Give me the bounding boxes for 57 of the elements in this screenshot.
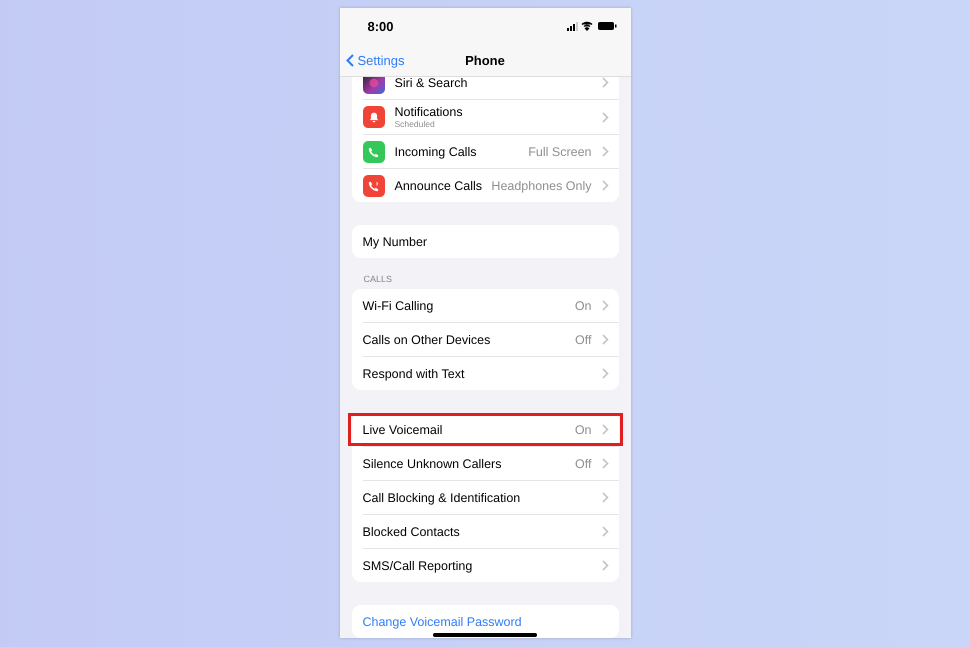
clock-time: 8:00 (368, 18, 394, 34)
setting-label: Siri & Search (394, 77, 468, 90)
setting-label: Notifications (394, 105, 463, 119)
setting-row[interactable]: My Number (352, 225, 618, 258)
setting-value: Full Screen (528, 144, 592, 158)
chevron-icon (602, 526, 608, 537)
setting-label: Change Voicemail Password (362, 614, 522, 628)
setting-subtitle: Scheduled (394, 119, 435, 129)
setting-value: Off (575, 332, 592, 346)
chevron-icon (602, 334, 608, 345)
chevron-icon (602, 77, 608, 88)
setting-label: Respond with Text (362, 366, 464, 380)
setting-value: On (574, 298, 592, 312)
chevron-icon (602, 458, 608, 469)
orb-icon (362, 77, 384, 94)
back-chevron-icon (346, 54, 354, 66)
chevron-icon (602, 492, 608, 503)
setting-label: Incoming Calls (394, 144, 476, 158)
page-title: Phone (465, 52, 505, 68)
setting-label: Calls on Other Devices (362, 332, 490, 346)
setting-row[interactable]: SMS/Call Reporting (352, 549, 618, 582)
setting-value: Headphones Only (491, 178, 592, 192)
chevron-icon (602, 368, 608, 379)
highlighted-setting-row[interactable]: Live Voicemail On (348, 413, 622, 446)
status-icons (566, 21, 616, 31)
setting-row[interactable]: Wi-Fi Calling On (352, 289, 618, 322)
bell-icon (362, 106, 384, 128)
setting-row[interactable]: Announce Calls Headphones Only (352, 169, 618, 202)
setting-row[interactable]: Respond with Text (352, 357, 618, 390)
section-header: CALLS (362, 273, 394, 286)
setting-label: Live Voicemail (362, 422, 442, 436)
chevron-icon (602, 180, 608, 191)
setting-row[interactable]: Siri & Search (352, 77, 618, 99)
setting-value: Off (575, 456, 592, 470)
setting-label: My Number (362, 234, 428, 248)
setting-label: Announce Calls (394, 178, 482, 192)
setting-label: Call Blocking & Identification (362, 490, 520, 504)
setting-row[interactable]: Silence Unknown Callers Off (352, 447, 618, 480)
setting-label: Silence Unknown Callers (362, 456, 502, 470)
setting-value: On (574, 422, 592, 436)
chevron-icon (602, 560, 608, 571)
setting-label: Wi-Fi Calling (362, 298, 434, 312)
chevron-icon (602, 146, 608, 157)
phone-icon (362, 140, 384, 162)
back-link[interactable]: Settings (340, 52, 404, 68)
setting-row[interactable]: Notifications Scheduled (352, 100, 618, 134)
chevron-icon (602, 300, 608, 311)
setting-label: SMS/Call Reporting (362, 558, 472, 572)
setting-row[interactable]: Calls on Other Devices Off (352, 323, 618, 356)
setting-row[interactable]: Call Blocking & Identification (352, 481, 618, 514)
setting-label: Blocked Contacts (362, 524, 460, 538)
chevron-icon (602, 424, 608, 435)
phone-icon (362, 174, 384, 196)
chevron-icon (602, 112, 608, 122)
setting-row[interactable]: Incoming Calls Full Screen (352, 135, 618, 168)
setting-row[interactable]: Blocked Contacts (352, 515, 618, 548)
setting-row[interactable]: Change Voicemail Password (352, 605, 618, 638)
